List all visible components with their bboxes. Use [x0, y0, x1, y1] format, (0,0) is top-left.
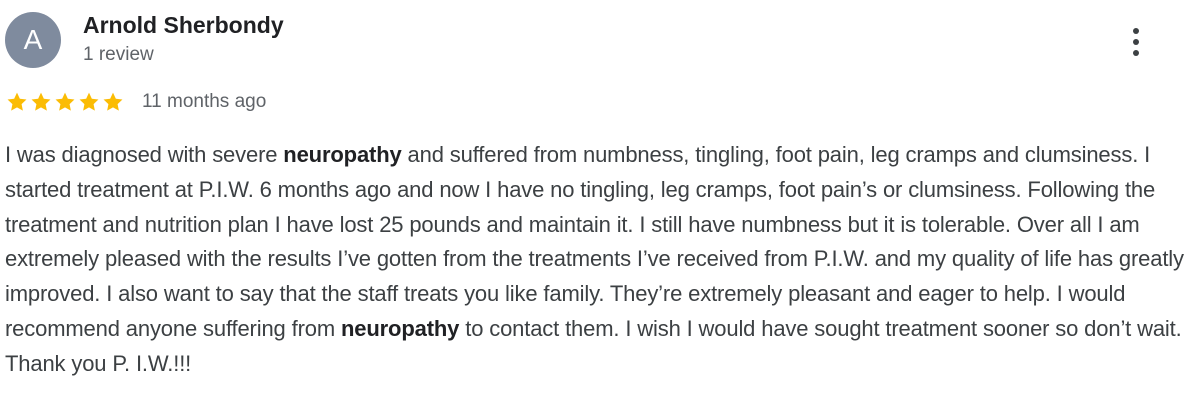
highlighted-keyword: neuropathy	[340, 315, 460, 341]
highlighted-keyword: neuropathy	[283, 142, 402, 167]
rating-row: 11 months ago	[6, 89, 266, 115]
star-icon	[79, 92, 99, 111]
more-vertical-icon	[1133, 28, 1139, 56]
review-date: 11 months ago	[142, 91, 267, 112]
star-icon	[31, 92, 51, 111]
review-text-segment: I was diagnosed with severe	[5, 142, 284, 167]
review-text: I was diagnosed with severe neuropathy a…	[5, 138, 1185, 382]
more-options-button[interactable]	[1120, 22, 1152, 62]
review-text-segment: and suffered from numbness, tingling, fo…	[5, 142, 1184, 341]
avatar[interactable]: A	[5, 12, 61, 68]
star-icon	[103, 92, 123, 111]
review-count: 1 review	[83, 44, 154, 65]
star-icon	[7, 92, 27, 111]
reviewer-name[interactable]: Arnold Sherbondy	[83, 12, 284, 39]
star-icon	[55, 92, 75, 111]
star-rating	[6, 91, 126, 113]
